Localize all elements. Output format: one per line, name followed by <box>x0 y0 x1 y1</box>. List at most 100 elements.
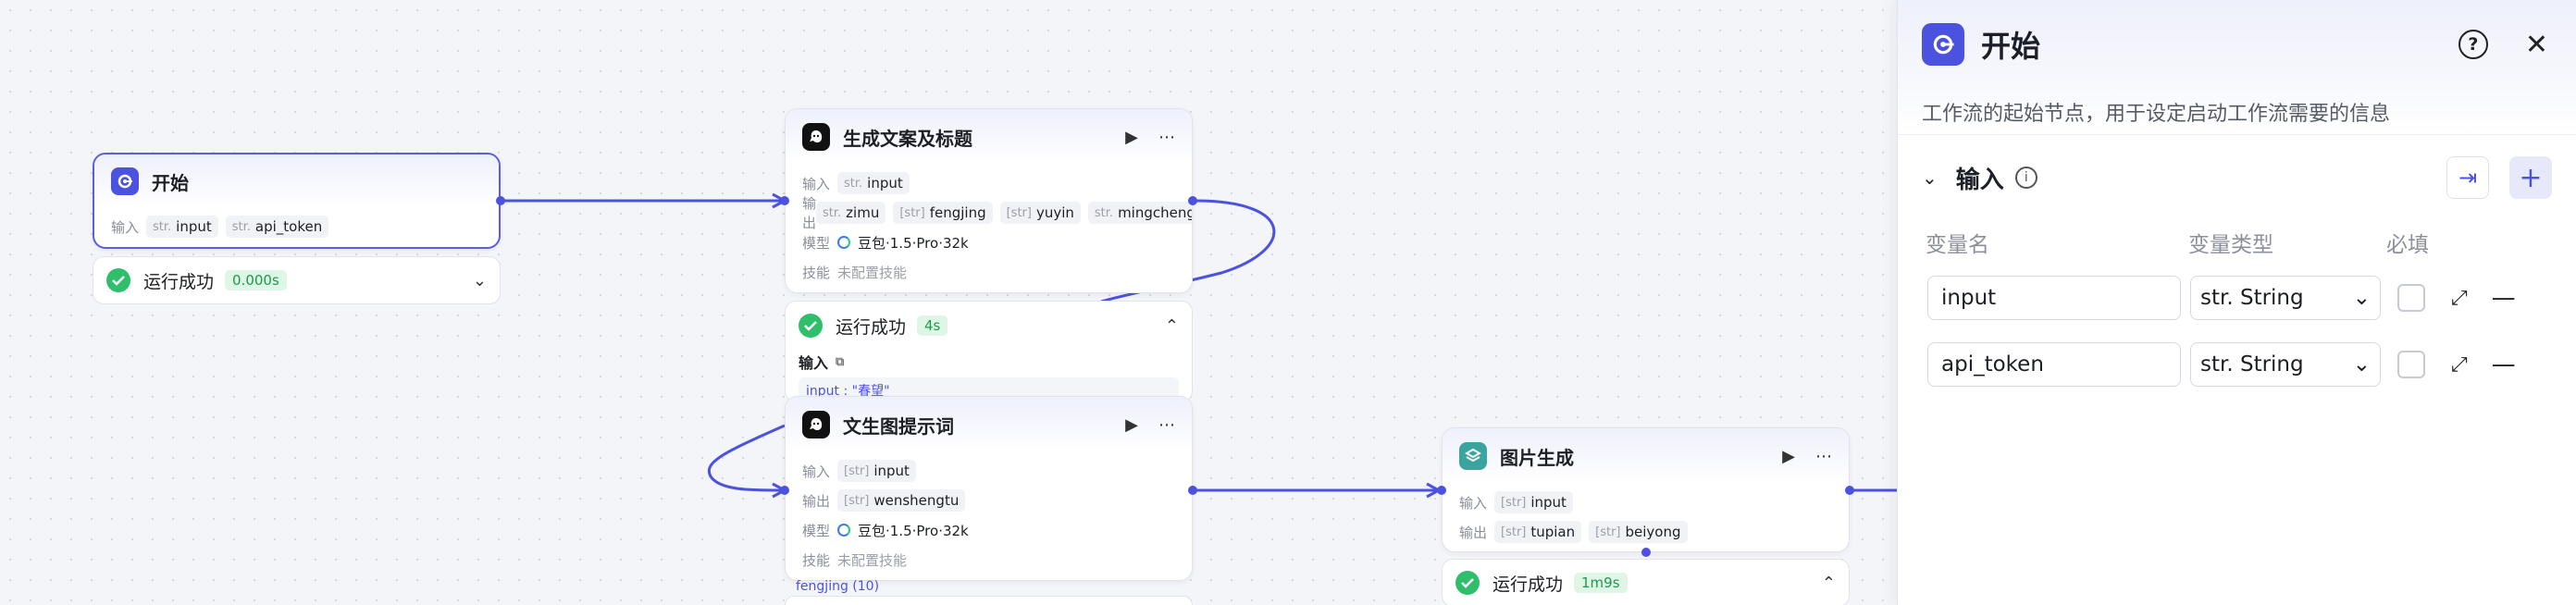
info-icon[interactable]: i <box>2014 167 2037 189</box>
variable-type-select[interactable]: str. String ⌄ <box>2190 342 2381 387</box>
success-check-icon <box>799 314 823 338</box>
status-time: 4s <box>917 315 948 336</box>
variable-row: input str. String ⌄ ⤢ — <box>1898 265 2576 331</box>
status-time: 0.000s <box>225 270 287 290</box>
panel-title: 开始 <box>1981 29 2041 64</box>
image-bottom-handle[interactable] <box>1641 548 1651 557</box>
skill-value: 未配置技能 <box>837 264 908 281</box>
output-label: 输出 <box>802 195 817 231</box>
variables-table-header: 变量名 变量类型 必填 <box>1898 220 2576 265</box>
success-check-icon <box>1455 571 1480 595</box>
output-label: 输出 <box>802 492 831 510</box>
start-output-handle[interactable] <box>496 196 505 205</box>
variable-name-input[interactable]: api_token <box>1927 342 2181 387</box>
plus-icon[interactable]: + <box>2509 156 2552 199</box>
start-node[interactable]: 开始 输入 str. input str. api_token <box>93 153 501 249</box>
input-section-header[interactable]: ⌄ 输入 i ⇥ + <box>1898 135 2576 220</box>
copy-node-title: 生成文案及标题 <box>843 127 972 150</box>
llm-node-icon <box>802 411 830 438</box>
model-name: 豆包·1.5·Pro·32k <box>858 234 969 252</box>
chevron-up-icon[interactable]: ⌃ <box>1165 316 1179 336</box>
minus-icon[interactable]: — <box>2492 284 2516 312</box>
model-label: 模型 <box>802 522 831 539</box>
prompt-footer: fengjing (10) <box>796 579 880 594</box>
copy-output-handle[interactable] <box>1188 196 1197 205</box>
import-icon[interactable]: ⇥ <box>2446 156 2489 199</box>
copy-input-handle[interactable] <box>780 196 789 205</box>
prompt-input-handle[interactable] <box>780 486 789 495</box>
prompt-output-handle[interactable] <box>1188 486 1197 495</box>
chevron-down-icon[interactable]: ⌄ <box>473 271 487 290</box>
required-checkbox[interactable] <box>2397 351 2425 378</box>
column-header: 必填 <box>2386 233 2429 257</box>
section-title: 输入 <box>1955 166 2004 194</box>
start-node-title: 开始 <box>152 171 189 194</box>
output-tag: [str] tupian <box>1494 521 1582 543</box>
copy-icon[interactable]: ⧉ <box>836 355 844 369</box>
success-check-icon <box>106 268 130 292</box>
required-checkbox[interactable] <box>2397 284 2425 312</box>
play-icon[interactable]: ▶ <box>1125 128 1138 147</box>
skill-value: 未配置技能 <box>837 551 908 569</box>
llm-node-icon <box>802 123 830 151</box>
input-tag: str. input <box>837 172 910 194</box>
start-run-status[interactable]: 运行成功 0.000s ⌄ <box>93 256 501 304</box>
output-label: 输出 <box>1459 524 1488 541</box>
play-icon[interactable]: ▶ <box>1782 447 1795 466</box>
more-icon[interactable]: ⋯ <box>1158 415 1175 435</box>
status-text: 运行成功 <box>1492 574 1564 595</box>
model-label: 模型 <box>802 234 831 252</box>
status-text: 运行成功 <box>836 316 907 338</box>
start-node-icon <box>1922 23 1964 66</box>
input-tag: [str] input <box>1494 491 1573 513</box>
model-name: 豆包·1.5·Pro·32k <box>858 522 969 539</box>
expand-icon[interactable]: ⤢ <box>2451 353 2468 377</box>
start-node-icon <box>111 167 139 195</box>
image-node[interactable]: 图片生成 ▶ ⋯ 输入 [str] input 输出 [str] tupian [s… <box>1442 427 1850 552</box>
more-icon[interactable]: ⋯ <box>1158 128 1175 147</box>
output-tag: [str] wenshengtu <box>837 489 966 512</box>
input-label: 输入 <box>1459 494 1488 512</box>
column-header: 变量类型 <box>2188 233 2273 257</box>
output-tag: [str] fengjing <box>893 202 993 224</box>
image-node-title: 图片生成 <box>1500 446 1574 469</box>
output-tag: str. zimu <box>816 202 886 224</box>
expand-icon[interactable]: ⤢ <box>2451 287 2468 310</box>
edge-prompt-loop <box>708 424 786 492</box>
output-tag: str. mingcheng <box>1087 202 1192 224</box>
copy-node[interactable]: 生成文案及标题 ▶ ⋯ 输入 str. input 输出 str. zimu [st… <box>785 108 1193 293</box>
model-icon <box>837 524 850 537</box>
prompt-run-status-stub <box>785 596 1193 605</box>
status-time: 1m9s <box>1574 573 1628 593</box>
chevron-down-icon[interactable]: ⌄ <box>1922 167 1938 189</box>
node-settings-panel: 开始 ? ✕ 工作流的起始节点，用于设定启动工作流需要的信息 ⌄ 输入 i ⇥ … <box>1897 0 2576 605</box>
image-run-status[interactable]: 运行成功 1m9s ⌃ <box>1442 559 1850 605</box>
prompt-node[interactable]: 文生图提示词 ▶ ⋯ 输入 [str] input 输出 [str] wenshen… <box>785 396 1193 581</box>
input-tag: str. input <box>146 216 218 238</box>
status-input-label: 输入 <box>799 354 829 372</box>
input-label: 输入 <box>802 175 831 192</box>
column-header: 变量名 <box>1926 233 1989 257</box>
prompt-node-title: 文生图提示词 <box>843 414 954 438</box>
input-label: 输入 <box>111 218 140 236</box>
image-output-handle[interactable] <box>1845 486 1854 495</box>
status-text: 运行成功 <box>143 271 215 292</box>
copy-run-status[interactable]: 运行成功 4s ⌃ 输入 ⧉ input : "春望" <box>785 301 1193 402</box>
input-tag: str. api_token <box>225 216 329 238</box>
image-input-handle[interactable] <box>1437 486 1446 495</box>
variable-name-input[interactable]: input <box>1927 276 2181 320</box>
input-label: 输入 <box>802 463 831 480</box>
chevron-down-icon: ⌄ <box>2352 286 2371 310</box>
output-tag: [str] beiyong <box>1589 521 1688 543</box>
output-tag: [str] yuyin <box>999 202 1081 224</box>
play-icon[interactable]: ▶ <box>1125 415 1138 435</box>
status-input-preview: input : "春望" <box>799 377 1179 399</box>
chevron-up-icon[interactable]: ⌃ <box>1822 574 1836 593</box>
minus-icon[interactable]: — <box>2492 351 2516 378</box>
help-icon[interactable]: ? <box>2458 30 2488 59</box>
image-node-icon <box>1459 442 1487 470</box>
variable-type-select[interactable]: str. String ⌄ <box>2190 276 2381 320</box>
close-icon[interactable]: ✕ <box>2525 29 2548 61</box>
skill-label: 技能 <box>802 551 831 569</box>
more-icon[interactable]: ⋯ <box>1815 447 1832 466</box>
